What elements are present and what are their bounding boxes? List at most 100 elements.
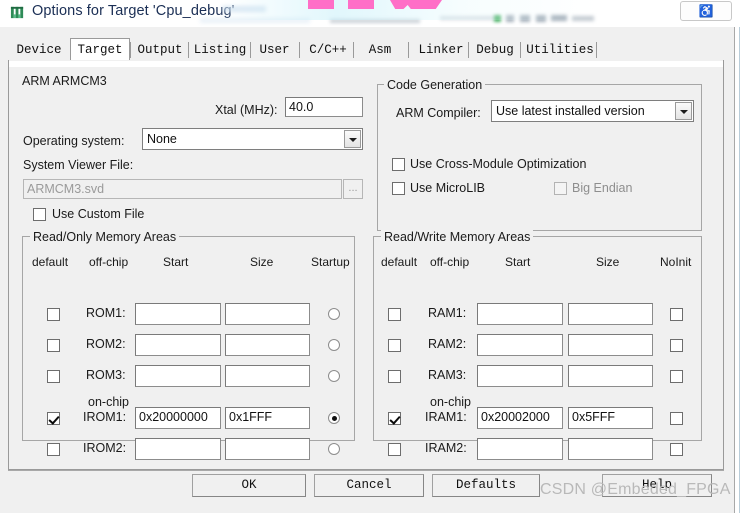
ro-row-start-input[interactable] xyxy=(135,334,221,356)
cancel-button[interactable]: Cancel xyxy=(314,474,424,497)
ro-row-startup-radio[interactable] xyxy=(328,339,340,351)
rw-row-noinit-checkbox[interactable] xyxy=(670,370,683,383)
ro-row-start-input[interactable] xyxy=(135,303,221,325)
ro-row-size-input[interactable]: 0x1FFF xyxy=(225,407,310,429)
rw-row-size-input[interactable] xyxy=(568,438,653,460)
ro-header-offchip: off-chip xyxy=(89,255,129,269)
rw-row-default-checkbox[interactable] xyxy=(388,443,401,456)
rw-row-default-checkbox[interactable] xyxy=(388,308,401,321)
tab-page-top-highlight xyxy=(9,61,723,67)
ro-row-start-input[interactable] xyxy=(135,438,221,460)
ro-header-start: Start xyxy=(163,255,189,269)
rw-row-size-input[interactable]: 0x5FFF xyxy=(568,407,653,429)
ok-button[interactable]: OK xyxy=(192,474,306,497)
rw-row-size-input[interactable] xyxy=(568,365,653,387)
tab-user[interactable]: User xyxy=(252,40,297,60)
ro-row-label: IROM2: xyxy=(83,441,127,455)
ro-row-size-input[interactable] xyxy=(225,303,310,325)
xtal-input[interactable]: 40.0 xyxy=(285,97,363,117)
tab-output[interactable]: Output xyxy=(132,40,188,60)
ro-row-label: IROM1: xyxy=(83,410,127,424)
chevron-down-icon[interactable] xyxy=(675,102,692,120)
options-dialog-window: Options for Target 'Cpu_debug' ♿ Device … xyxy=(0,0,746,513)
rw-row-noinit-checkbox[interactable] xyxy=(670,339,683,352)
ro-row-label: ROM1: xyxy=(86,306,126,320)
rw-row-default-checkbox[interactable] xyxy=(388,339,401,352)
window-right-border xyxy=(739,0,740,513)
tab-c-cpp[interactable]: C/C++ xyxy=(305,40,351,60)
rw-row-start-input[interactable] xyxy=(477,438,563,460)
tab-debug[interactable]: Debug xyxy=(470,40,520,60)
ro-header-startup: Startup xyxy=(311,255,350,269)
rw-row-start-input[interactable] xyxy=(477,334,563,356)
system-viewer-browse-button[interactable]: ... xyxy=(343,179,363,199)
ro-row-start-input[interactable] xyxy=(135,365,221,387)
help-button[interactable]: Help xyxy=(602,474,712,497)
rw-row-start-input[interactable] xyxy=(477,365,563,387)
tab-device[interactable]: Device xyxy=(8,40,70,60)
use-custom-file-checkbox[interactable] xyxy=(33,208,46,221)
dialog-body: Device Target Output Listing User C/C++ … xyxy=(0,27,735,513)
read-only-memory-title: Read/Only Memory Areas xyxy=(30,230,180,244)
ro-row-start-input[interactable]: 0x20000000 xyxy=(135,407,221,429)
rw-row-default-checkbox[interactable] xyxy=(388,412,401,425)
window-right-margin xyxy=(735,27,746,513)
ro-header-default: default xyxy=(32,255,69,269)
ro-header-size: Size xyxy=(250,255,274,269)
xtal-label: Xtal (MHz): xyxy=(215,103,278,117)
ro-row-label: ROM2: xyxy=(86,337,126,351)
system-viewer-file-input[interactable]: ARMCM3.svd xyxy=(23,179,342,199)
tab-target[interactable]: Target xyxy=(70,38,130,61)
device-name-label: ARM ARMCM3 xyxy=(22,74,107,88)
ro-row-default-checkbox[interactable] xyxy=(47,308,60,321)
rw-header-start: Start xyxy=(505,255,531,269)
ro-row-default-checkbox[interactable] xyxy=(47,370,60,383)
rw-row-default-checkbox[interactable] xyxy=(388,370,401,383)
use-microlib-checkbox[interactable] xyxy=(392,182,405,195)
title-help-button[interactable]: ♿ xyxy=(680,1,732,21)
arm-compiler-value: Use latest installed version xyxy=(496,104,645,118)
ro-row-size-input[interactable] xyxy=(225,438,310,460)
keil-uvision-icon xyxy=(10,5,25,20)
rw-header-noinit: NoInit xyxy=(660,255,692,269)
cross-module-optimization-checkbox[interactable] xyxy=(392,158,405,171)
rw-row-noinit-checkbox[interactable] xyxy=(670,308,683,321)
arm-compiler-select[interactable]: Use latest installed version xyxy=(491,100,694,122)
ro-row-default-checkbox[interactable] xyxy=(47,412,60,425)
read-write-memory-title: Read/Write Memory Areas xyxy=(381,230,534,244)
ro-row-size-input[interactable] xyxy=(225,334,310,356)
tab-strip: Device Target Output Listing User C/C++ … xyxy=(8,38,724,61)
cross-module-optimization-label: Use Cross-Module Optimization xyxy=(410,157,587,171)
rw-row-start-input[interactable]: 0x20002000 xyxy=(477,407,563,429)
big-endian-checkbox xyxy=(554,182,567,195)
rw-row-label: RAM1: xyxy=(428,306,467,320)
rw-row-size-input[interactable] xyxy=(568,334,653,356)
arm-compiler-label: ARM Compiler: xyxy=(396,106,481,120)
tab-asm[interactable]: Asm xyxy=(359,40,401,60)
ro-row-size-input[interactable] xyxy=(225,365,310,387)
ro-row-startup-radio[interactable] xyxy=(328,412,340,424)
use-microlib-label: Use MicroLIB xyxy=(410,181,486,195)
chevron-down-icon[interactable] xyxy=(344,130,361,148)
ro-row-startup-radio[interactable] xyxy=(328,443,340,455)
operating-system-select[interactable]: None xyxy=(142,128,363,150)
ro-row-default-checkbox[interactable] xyxy=(47,443,60,456)
rw-row-label: RAM2: xyxy=(428,337,467,351)
rw-row-noinit-checkbox[interactable] xyxy=(670,412,683,425)
system-viewer-file-label: System Viewer File: xyxy=(23,158,134,172)
help-sash-icon: ♿ xyxy=(698,4,714,18)
ro-row-startup-radio[interactable] xyxy=(328,370,340,382)
defaults-button[interactable]: Defaults xyxy=(432,474,540,497)
ro-row-startup-radio[interactable] xyxy=(328,308,340,320)
footer-divider xyxy=(8,470,724,471)
rw-header-default: default xyxy=(381,255,418,269)
rw-row-noinit-checkbox[interactable] xyxy=(670,443,683,456)
tab-linker[interactable]: Linker xyxy=(414,40,468,60)
window-title: Options for Target 'Cpu_debug' xyxy=(32,3,235,19)
tab-utilities[interactable]: Utilities xyxy=(526,40,594,60)
rw-row-size-input[interactable] xyxy=(568,303,653,325)
use-custom-file-label: Use Custom File xyxy=(52,207,145,221)
tab-listing[interactable]: Listing xyxy=(190,40,250,60)
rw-row-start-input[interactable] xyxy=(477,303,563,325)
ro-row-default-checkbox[interactable] xyxy=(47,339,60,352)
